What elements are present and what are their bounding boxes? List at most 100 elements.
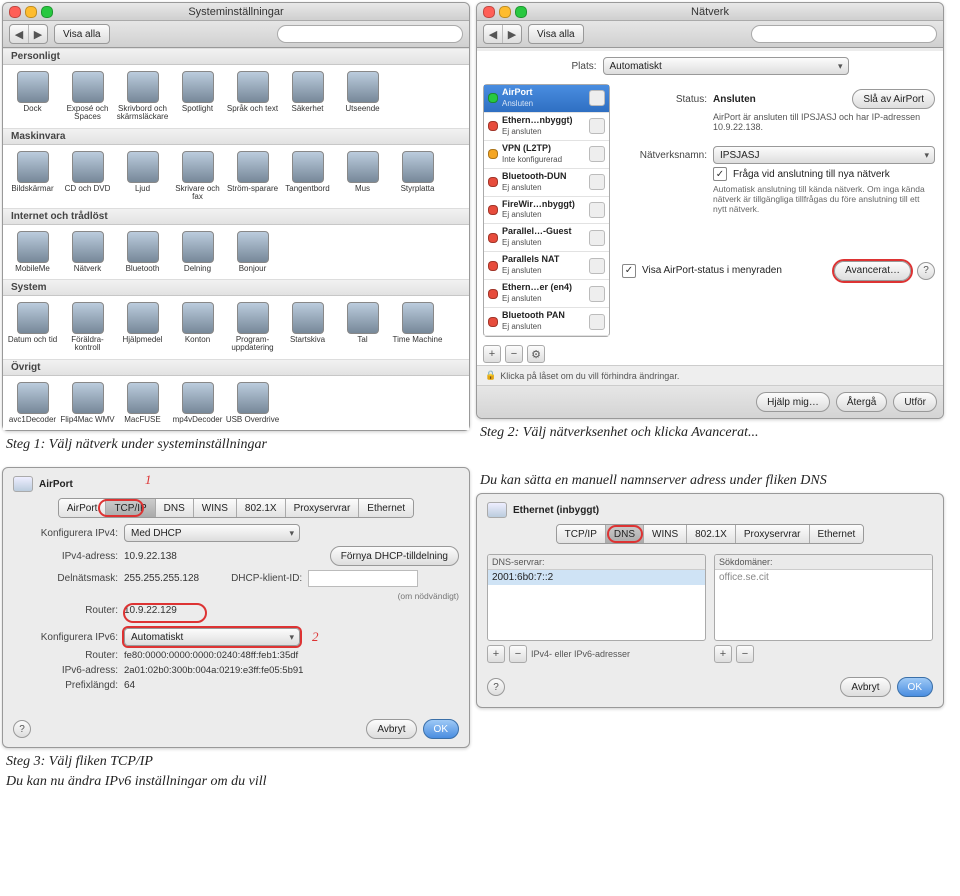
- pref-item[interactable]: Bonjour: [225, 231, 280, 273]
- pref-item[interactable]: Flip4Mac WMV: [60, 382, 115, 424]
- dns-servers-list[interactable]: DNS-servrar: 2001:6b0:7::2: [487, 554, 706, 641]
- interface-item[interactable]: VPN (L2TP)Inte konfigurerad: [484, 141, 609, 169]
- minimize-icon[interactable]: [25, 6, 37, 18]
- tab-proxyservrar[interactable]: Proxyservrar: [286, 499, 360, 517]
- menubar-checkbox[interactable]: ✓: [622, 264, 636, 278]
- tab-dns[interactable]: DNS: [156, 499, 194, 517]
- search-domains-list[interactable]: Sökdomäner: office.se.cit: [714, 554, 933, 641]
- cancel-button[interactable]: Avbryt: [366, 719, 416, 739]
- tab-wins[interactable]: WINS: [644, 525, 687, 543]
- pref-item[interactable]: MobileMe: [5, 231, 60, 273]
- network-name-select[interactable]: IPSJASJ: [713, 146, 935, 164]
- pref-item[interactable]: Mus: [335, 151, 390, 202]
- pref-item[interactable]: avc1Decoder: [5, 382, 60, 424]
- revert-button[interactable]: Återgå: [836, 392, 887, 412]
- pref-item[interactable]: Hjälpmedel: [115, 302, 170, 353]
- interface-item[interactable]: AirPortAnsluten: [484, 85, 609, 113]
- pref-item[interactable]: Skrivare och fax: [170, 151, 225, 202]
- ok-button[interactable]: OK: [897, 677, 933, 697]
- domain-entry[interactable]: office.se.cit: [715, 570, 932, 585]
- pref-item[interactable]: Nätverk: [60, 231, 115, 273]
- pref-item[interactable]: Bildskärmar: [5, 151, 60, 202]
- assist-button[interactable]: Hjälp mig…: [756, 392, 830, 412]
- advanced-button[interactable]: Avancerat…: [834, 261, 911, 281]
- renew-lease-button[interactable]: Förnya DHCP-tilldelning: [330, 546, 459, 566]
- interface-item[interactable]: Parallel…-GuestEj ansluten: [484, 224, 609, 252]
- tab-8021x[interactable]: 802.1X: [687, 525, 736, 543]
- interface-item[interactable]: Ethern…er (en4)Ej ansluten: [484, 280, 609, 308]
- close-icon[interactable]: [9, 6, 21, 18]
- pref-item[interactable]: Startskiva: [280, 302, 335, 353]
- pref-item[interactable]: Delning: [170, 231, 225, 273]
- remove-domain-button[interactable]: −: [736, 645, 754, 663]
- pref-item[interactable]: Exposé och Spaces: [60, 71, 115, 122]
- pref-item[interactable]: Tal: [335, 302, 390, 353]
- back-icon[interactable]: ◀: [10, 25, 29, 43]
- close-icon[interactable]: [483, 6, 495, 18]
- tab-wins[interactable]: WINS: [194, 499, 237, 517]
- apply-button[interactable]: Utför: [893, 392, 937, 412]
- interface-list[interactable]: AirPortAnslutenEthern…nbyggt)Ej ansluten…: [483, 84, 610, 337]
- add-interface-button[interactable]: +: [483, 345, 501, 363]
- search-input[interactable]: [277, 25, 463, 43]
- show-all-button[interactable]: Visa alla: [528, 24, 584, 44]
- forward-icon[interactable]: ▶: [503, 25, 521, 43]
- dhcpid-input[interactable]: [308, 570, 418, 587]
- pref-item[interactable]: Dock: [5, 71, 60, 122]
- show-all-button[interactable]: Visa alla: [54, 24, 110, 44]
- interface-item[interactable]: FireWir…nbyggt)Ej ansluten: [484, 197, 609, 225]
- location-select[interactable]: Automatiskt: [603, 57, 849, 75]
- pref-item[interactable]: Bluetooth: [115, 231, 170, 273]
- advanced-tabs[interactable]: AirPortTCP/IPDNSWINS802.1XProxyservrarEt…: [58, 498, 414, 518]
- back-icon[interactable]: ◀: [484, 25, 503, 43]
- pref-item[interactable]: Program-uppdatering: [225, 302, 280, 353]
- cfg6-select[interactable]: Automatiskt: [124, 628, 300, 646]
- search-input[interactable]: [751, 25, 937, 43]
- pref-item[interactable]: USB Overdrive: [225, 382, 280, 424]
- interface-item[interactable]: Parallels NATEj ansluten: [484, 252, 609, 280]
- pref-item[interactable]: Tangentbord: [280, 151, 335, 202]
- tab-proxyservrar[interactable]: Proxyservrar: [736, 525, 810, 543]
- gear-icon[interactable]: ⚙: [527, 345, 545, 363]
- tab-dns[interactable]: DNS: [606, 525, 644, 543]
- cfg4-select[interactable]: Med DHCP: [124, 524, 300, 542]
- ok-button[interactable]: OK: [423, 719, 459, 739]
- zoom-icon[interactable]: [515, 6, 527, 18]
- pref-item[interactable]: Säkerhet: [280, 71, 335, 122]
- tab-airport[interactable]: AirPort: [59, 499, 107, 517]
- dns-entry[interactable]: 2001:6b0:7::2: [488, 570, 705, 585]
- interface-item[interactable]: Bluetooth PANEj ansluten: [484, 308, 609, 336]
- pref-item[interactable]: mp4vDecoder: [170, 382, 225, 424]
- advanced-tabs[interactable]: TCP/IPDNSWINS802.1XProxyservrarEthernet: [556, 524, 865, 544]
- pref-item[interactable]: Ljud: [115, 151, 170, 202]
- pref-item[interactable]: Utseende: [335, 71, 390, 122]
- pref-item[interactable]: Datum och tid: [5, 302, 60, 353]
- tab-ethernet[interactable]: Ethernet: [359, 499, 413, 517]
- pref-item[interactable]: Språk och text: [225, 71, 280, 122]
- pref-item[interactable]: CD och DVD: [60, 151, 115, 202]
- pref-item[interactable]: Skrivbord och skärmsläckare: [115, 71, 170, 122]
- cancel-button[interactable]: Avbryt: [840, 677, 890, 697]
- help-icon[interactable]: ?: [487, 678, 505, 696]
- tab-8021x[interactable]: 802.1X: [237, 499, 286, 517]
- pref-item[interactable]: Ström-sparare: [225, 151, 280, 202]
- pref-item[interactable]: Föräldra-kontroll: [60, 302, 115, 353]
- airport-off-button[interactable]: Slå av AirPort: [852, 89, 935, 109]
- pref-item[interactable]: Styrplatta: [390, 151, 445, 202]
- nav-back-forward[interactable]: ◀ ▶: [9, 24, 48, 44]
- ask-new-networks-checkbox[interactable]: ✓: [713, 167, 727, 181]
- pref-item[interactable]: Time Machine: [390, 302, 445, 353]
- zoom-icon[interactable]: [41, 6, 53, 18]
- pref-item[interactable]: MacFUSE: [115, 382, 170, 424]
- minimize-icon[interactable]: [499, 6, 511, 18]
- interface-item[interactable]: Ethern…nbyggt)Ej ansluten: [484, 113, 609, 141]
- tab-tcpip[interactable]: TCP/IP: [106, 499, 155, 517]
- interface-item[interactable]: Bluetooth-DUNEj ansluten: [484, 169, 609, 197]
- add-dns-button[interactable]: +: [487, 645, 505, 663]
- nav-back-forward[interactable]: ◀ ▶: [483, 24, 522, 44]
- pref-item[interactable]: Spotlight: [170, 71, 225, 122]
- tab-ethernet[interactable]: Ethernet: [810, 525, 864, 543]
- lock-row[interactable]: 🔒 Klicka på låset om du vill förhindra ä…: [477, 365, 943, 385]
- tab-tcpip[interactable]: TCP/IP: [557, 525, 606, 543]
- remove-interface-button[interactable]: −: [505, 345, 523, 363]
